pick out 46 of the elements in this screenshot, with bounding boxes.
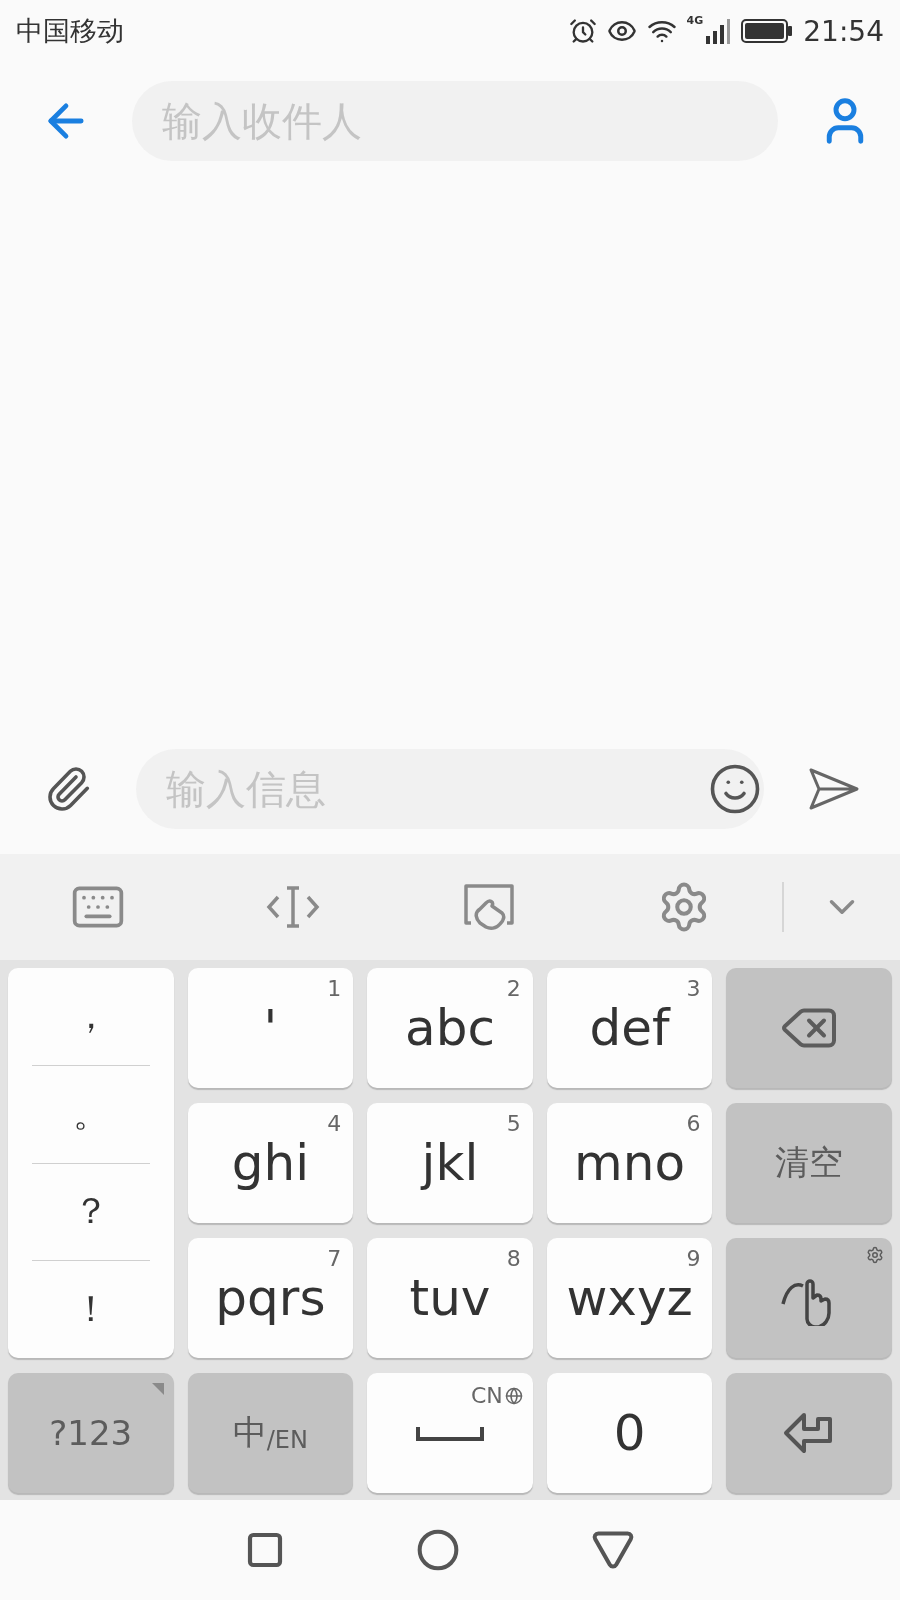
keyboard-key[interactable]: ?123	[8, 1373, 174, 1493]
punctuation-key[interactable]: 。	[32, 1065, 150, 1164]
language-hint: CN	[470, 1383, 523, 1408]
keyboard-key[interactable]: 清空	[726, 1103, 892, 1223]
keyboard-key[interactable]: ' 1	[187, 968, 354, 1088]
screen-hand-icon	[462, 883, 515, 931]
key-digit: 4	[327, 1111, 342, 1136]
key-digit: 9	[686, 1246, 701, 1271]
battery-icon	[741, 18, 794, 44]
key-digit: 2	[506, 976, 521, 1001]
punctuation-key[interactable]: ，	[32, 968, 150, 1066]
keyboard-key[interactable]: def 3	[546, 968, 713, 1088]
network-type: 4G	[686, 14, 704, 27]
key-digit: 3	[686, 976, 701, 1001]
key-digit: 8	[506, 1246, 521, 1271]
keyboard-key[interactable]: abc 2	[367, 968, 533, 1088]
gesture-key[interactable]	[726, 1238, 892, 1358]
space-key[interactable]: CN	[367, 1373, 533, 1493]
key-digit: 6	[686, 1111, 701, 1136]
keyboard-key[interactable]: 中$_{/EN}$	[187, 1373, 354, 1493]
alarm-icon	[568, 17, 597, 45]
carrier-name: 中国移动	[16, 14, 125, 48]
punctuation-key[interactable]: ！	[32, 1261, 150, 1358]
globe-icon	[504, 1386, 523, 1405]
key-digit: 5	[506, 1111, 521, 1136]
keyboard-key[interactable]: mno 6	[546, 1103, 713, 1223]
text-cursor-icon	[266, 885, 321, 929]
send-icon[interactable]	[808, 767, 860, 811]
keyboard-key[interactable]: wxyz 9	[546, 1238, 713, 1358]
keyboard-key[interactable]: 0	[546, 1373, 713, 1493]
emoji-icon[interactable]	[708, 762, 762, 816]
clock-time: 21:54	[803, 14, 884, 48]
keyboard-key[interactable]: tuv 8	[367, 1238, 533, 1358]
settings-icon	[866, 1246, 884, 1264]
keyboard-key[interactable]: ghi 4	[187, 1103, 354, 1223]
key-digit: 1	[327, 976, 342, 1001]
keyboard-key[interactable]: pqrs 7	[187, 1238, 354, 1358]
signal-icon	[705, 18, 732, 44]
home-icon[interactable]	[416, 1528, 460, 1572]
space-bar-icon	[416, 1425, 484, 1441]
backspace-key[interactable]	[726, 968, 892, 1088]
enter-key[interactable]	[726, 1373, 892, 1493]
corner-mark-icon	[151, 1383, 164, 1395]
keyboard-key[interactable]: jkl 5	[367, 1103, 533, 1223]
key-digit: 7	[327, 1246, 342, 1271]
punctuation-key[interactable]: ？	[32, 1163, 150, 1262]
